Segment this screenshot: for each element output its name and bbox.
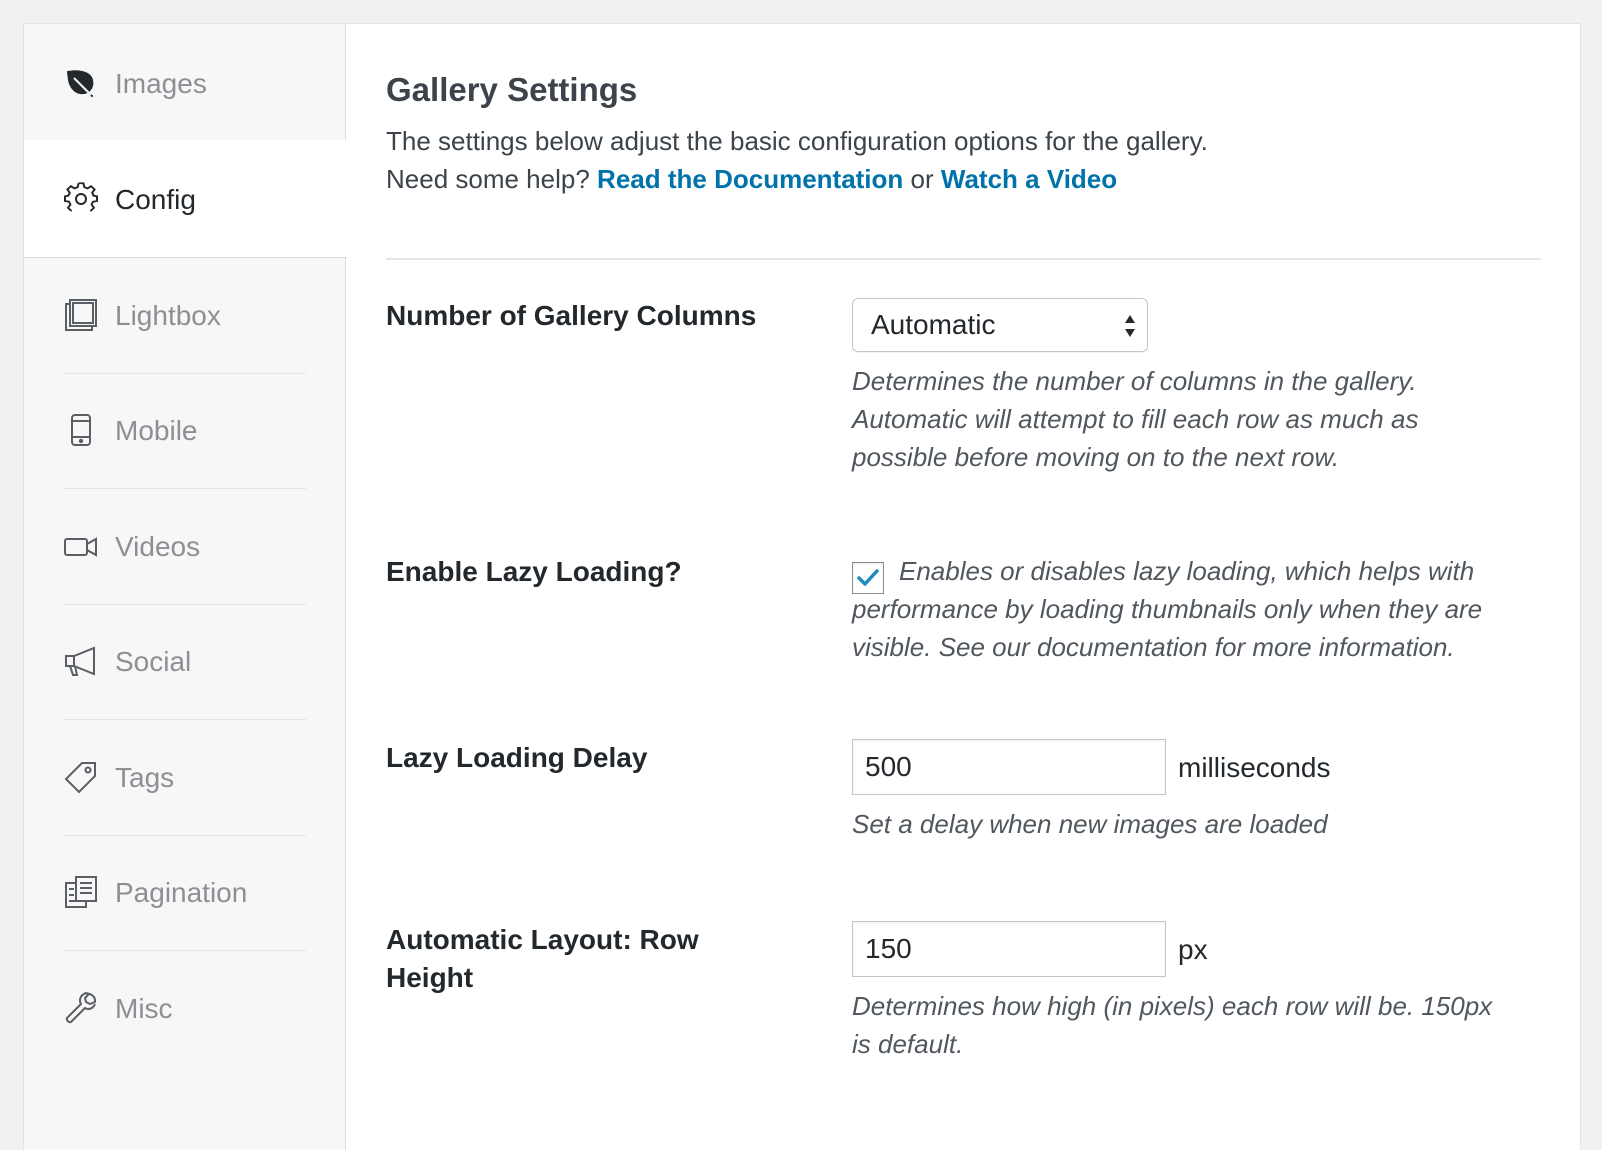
wrench-icon (64, 991, 98, 1025)
megaphone-icon (64, 644, 98, 678)
sidebar-item-label: Videos (115, 531, 201, 562)
lightbox-icon (64, 298, 98, 332)
lazy-delay-unit: milliseconds (1178, 752, 1331, 783)
video-camera-icon (64, 529, 98, 563)
page-title: Gallery Settings (386, 71, 638, 108)
lazy-delay-value: 500 (865, 751, 912, 782)
help-line: Determines how high (in pixels) each row… (852, 991, 1493, 1021)
help-line: Determines the number of columns in the … (852, 366, 1417, 396)
columns-help: Determines the number of columns in the … (852, 362, 1418, 476)
documentation-link[interactable]: Read the Documentation (597, 164, 903, 194)
sidebar-item-social[interactable]: Social (24, 602, 346, 720)
sidebar-item-label: Mobile (115, 415, 198, 446)
row-height-label: Automatic Layout: Row Height (386, 921, 806, 997)
main-content: Gallery Settings The settings below adju… (386, 24, 1541, 1150)
columns-label: Number of Gallery Columns (386, 300, 757, 331)
help-line: performance by loading thumbnails only w… (852, 594, 1483, 624)
help-line: possible before moving on to the next ro… (852, 442, 1340, 472)
help-line: Enables or disables lazy loading, which … (899, 556, 1475, 586)
sidebar-item-videos[interactable]: Videos (24, 487, 346, 605)
help-line: is default. (852, 1029, 964, 1059)
leaf-icon (64, 66, 98, 100)
sidebar-item-config[interactable]: Config (24, 140, 347, 258)
sidebar-item-label: Social (115, 646, 192, 677)
sidebar-item-pagination[interactable]: Pagination (24, 833, 346, 951)
sidebar-item-misc[interactable]: Misc (24, 949, 346, 1067)
row-height-input[interactable]: 150 (852, 921, 1166, 977)
sidebar-item-label: Images (115, 68, 207, 99)
help-line: Automatic will attempt to fill each row … (852, 404, 1419, 434)
row-height-value: 150 (865, 933, 912, 964)
sidebar-item-tags[interactable]: Tags (24, 718, 346, 836)
row-height-unit: px (1178, 934, 1208, 965)
lazy-delay-input[interactable]: 500 (852, 739, 1166, 795)
help-prefix: Need some help? (386, 164, 590, 194)
sidebar-item-lightbox[interactable]: Lightbox (24, 256, 346, 374)
lazy-loading-help: Enables or disables lazy loading, which … (852, 552, 1482, 666)
lazy-delay-label: Lazy Loading Delay (386, 742, 648, 773)
label-line: Automatic Layout: Row (386, 924, 699, 955)
sidebar-item-label: Config (115, 184, 196, 215)
sidebar-item-label: Pagination (115, 877, 248, 908)
label-line: Height (386, 962, 474, 993)
sidebar: Images Config Lightbox Mobile Videos Soc… (24, 24, 347, 1150)
sidebar-item-label: Lightbox (115, 300, 221, 331)
settings-panel: Images Config Lightbox Mobile Videos Soc… (23, 23, 1581, 1150)
pagination-icon (64, 875, 98, 909)
select-arrows-icon (1123, 311, 1137, 341)
sidebar-item-images[interactable]: Images (24, 24, 346, 142)
columns-select[interactable]: Automatic (852, 298, 1148, 352)
help-line: visible. See our documentation for more … (852, 632, 1455, 662)
sidebar-item-label: Tags (115, 762, 175, 793)
or-text: or (910, 164, 934, 194)
watch-video-link[interactable]: Watch a Video (941, 164, 1117, 194)
page-description: The settings below adjust the basic conf… (386, 122, 1208, 198)
description-text: The settings below adjust the basic conf… (386, 126, 1208, 156)
sidebar-item-label: Misc (115, 993, 173, 1024)
lazy-loading-label: Enable Lazy Loading? (386, 556, 682, 587)
columns-select-value: Automatic (871, 309, 996, 340)
row-height-help: Determines how high (in pixels) each row… (852, 987, 1492, 1063)
tag-icon (64, 760, 98, 794)
divider (386, 258, 1541, 260)
lazy-delay-help: Set a delay when new images are loaded (852, 809, 1328, 839)
help-line: Need some help? Read the Documentation o… (386, 160, 1208, 198)
gear-icon (64, 182, 98, 216)
mobile-icon (64, 413, 98, 447)
sidebar-item-mobile[interactable]: Mobile (24, 371, 346, 489)
